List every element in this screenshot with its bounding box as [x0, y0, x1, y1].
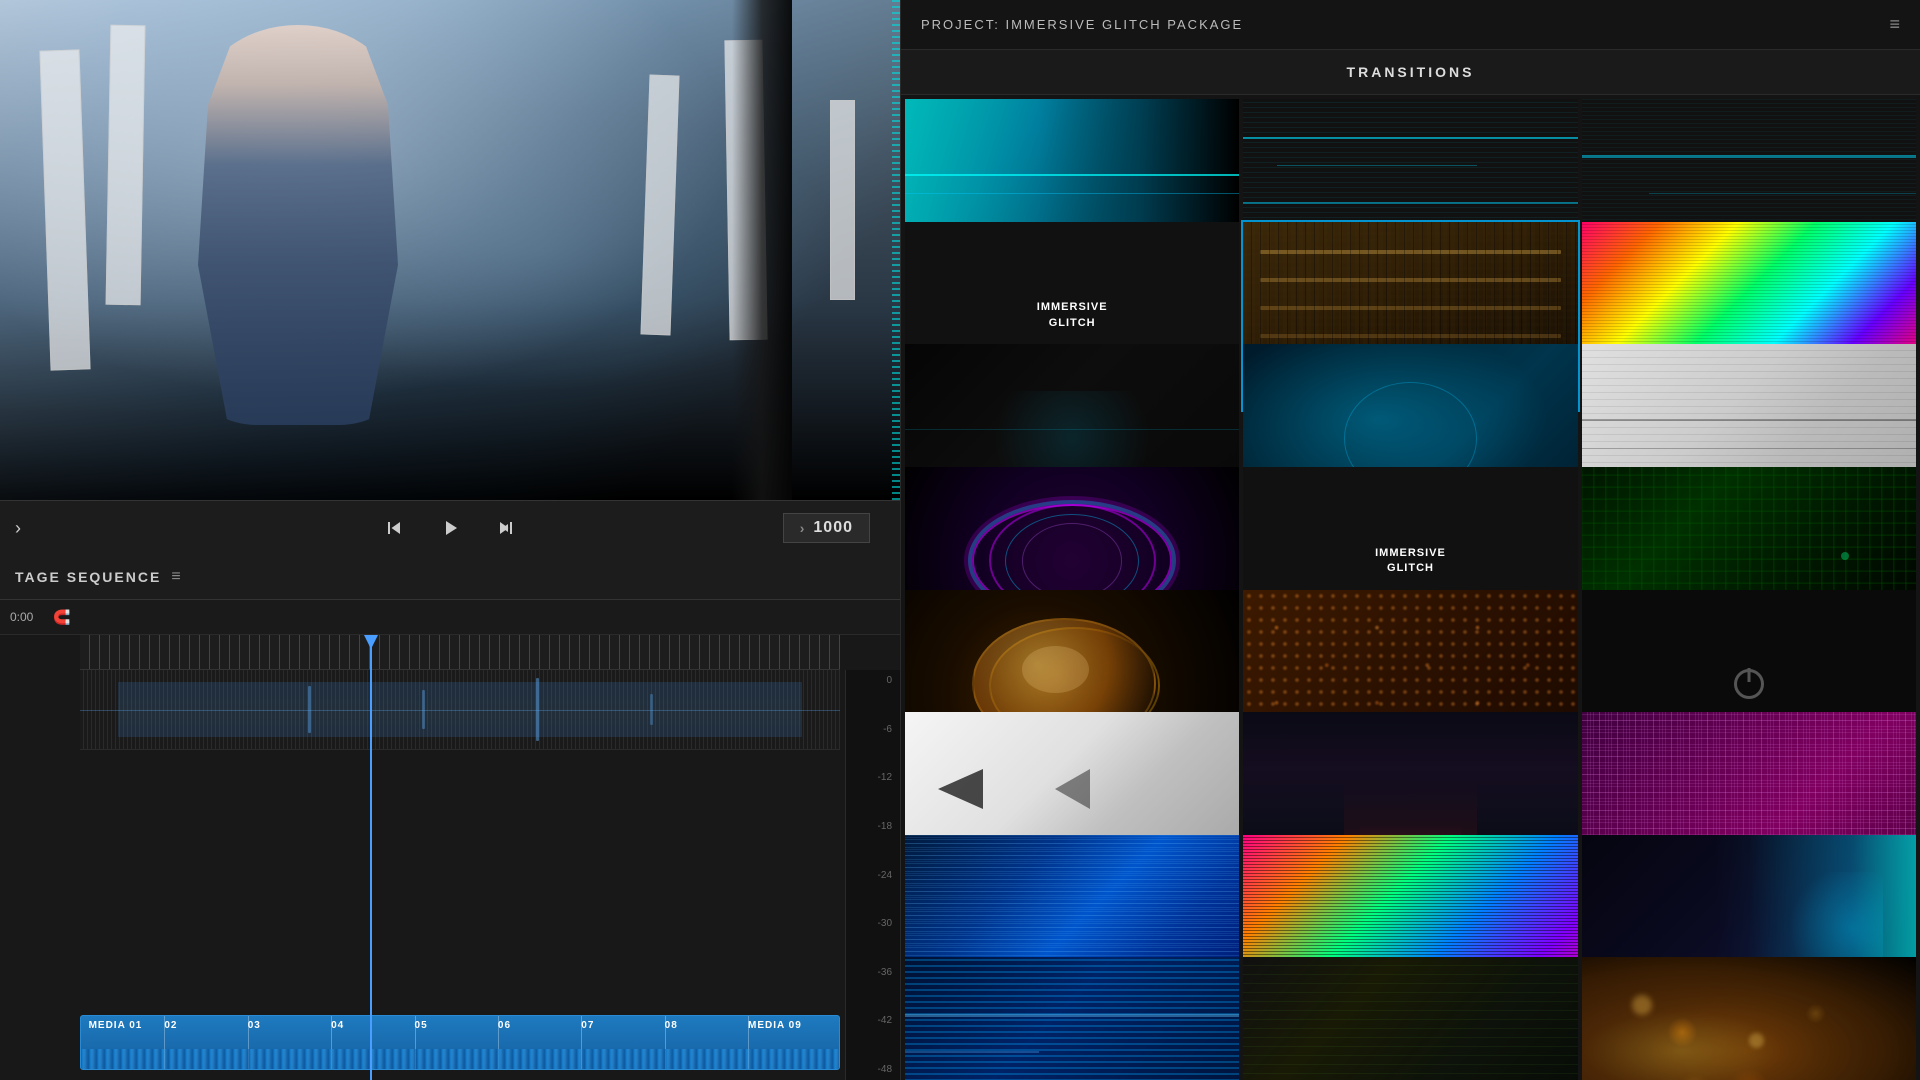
magnet-tool-icon[interactable]: 🧲: [53, 609, 70, 626]
clip-label-5: 05: [415, 1020, 428, 1031]
timeline-tracks: MEDIA 01 02 03 04 05 06 07 08 MEDIA 09: [80, 670, 840, 1080]
thumbnail-4-label: IMMERSIVEGLITCH: [1037, 300, 1108, 331]
clip-label-3: 03: [248, 1020, 261, 1031]
clip-label-4: 04: [331, 1020, 344, 1031]
clip-label-9: MEDIA 09: [748, 1020, 802, 1031]
thumbnails-grid: IMMERSIVEGLITCH: [901, 95, 1920, 1080]
playhead[interactable]: [370, 635, 372, 1080]
right-panel: PROJECT: IMMERSIVE GLITCH PACKAGE ≡ TRAN…: [900, 0, 1920, 1080]
video-preview: [0, 0, 900, 500]
timeline-menu-icon[interactable]: ≡: [171, 568, 180, 586]
project-title: PROJECT: IMMERSIVE GLITCH PACKAGE: [921, 17, 1874, 32]
clip-label-7: 07: [581, 1020, 594, 1031]
vu-label-30: -30: [854, 918, 892, 929]
vu-label-24: -24: [854, 870, 892, 881]
woman-figure: [198, 25, 398, 425]
media-waveform: [81, 1049, 839, 1069]
shrine-banner-2: [106, 25, 146, 306]
vu-label-48: -48: [854, 1064, 892, 1075]
rewind-button[interactable]: [376, 510, 412, 546]
vu-label-6: -6: [854, 724, 892, 735]
step-forward-button[interactable]: [488, 510, 524, 546]
timeline-content: MEDIA 01 02 03 04 05 06 07 08 MEDIA 09: [0, 635, 900, 1080]
media-clips: MEDIA 01 02 03 04 05 06 07 08 MEDIA 09: [80, 1015, 840, 1070]
clip-label-2: 02: [164, 1020, 177, 1031]
panel-menu-button[interactable]: ≡: [1889, 14, 1900, 35]
timeline-toolbar: 0:00 🧲: [0, 600, 900, 635]
step-forward-icon: [494, 516, 518, 540]
current-time-label: 0:00: [10, 610, 45, 624]
timeline-title: TAGE SEQUENCE: [15, 569, 161, 585]
ruler-ticks: [80, 635, 840, 669]
shrine-banner-5: [830, 100, 855, 300]
thumbnail-22[interactable]: [905, 957, 1239, 1080]
timeline-ruler: [80, 635, 840, 670]
vu-label-12: -12: [854, 772, 892, 783]
timeline-header: TAGE SEQUENCE ≡: [0, 555, 900, 600]
timecode-display: › 1000: [783, 513, 870, 543]
thumbnail-24[interactable]: [1582, 957, 1916, 1080]
timecode-value: 1000: [813, 519, 853, 537]
vu-label-36: -36: [854, 967, 892, 978]
media-track: MEDIA 01 02 03 04 05 06 07 08 MEDIA 09: [80, 1015, 840, 1070]
expand-button[interactable]: ›: [15, 518, 21, 539]
clip-label-8: 08: [665, 1020, 678, 1031]
timecode-arrow-icon: ›: [800, 520, 806, 536]
play-icon: [438, 516, 462, 540]
vu-meter: 0 -6 -12 -18 -24 -30 -36 -42 -48: [845, 670, 900, 1080]
clip-label-6: 06: [498, 1020, 511, 1031]
thumbnail-23[interactable]: [1243, 957, 1577, 1080]
thumbnail-11-label: IMMERSIVEGLITCH: [1375, 546, 1446, 577]
play-button[interactable]: [432, 510, 468, 546]
rewind-icon: [382, 516, 406, 540]
glitch-edge: [892, 0, 900, 500]
video-controls: › › 1000: [0, 500, 900, 555]
transitions-title: TRANSITIONS: [1347, 64, 1475, 80]
vu-label-18: -18: [854, 821, 892, 832]
vu-label-0: 0: [854, 675, 892, 686]
vu-label-42: -42: [854, 1015, 892, 1026]
clip-label-1: MEDIA 01: [89, 1020, 143, 1031]
timeline-section: TAGE SEQUENCE ≡ 0:00 🧲: [0, 555, 900, 1080]
dark-stripe: [732, 0, 792, 500]
panel-header: PROJECT: IMMERSIVE GLITCH PACKAGE ≡: [901, 0, 1920, 50]
left-panel: › › 1000 TAGE SEQUENCE ≡ 0:0: [0, 0, 900, 1080]
transitions-header: TRANSITIONS: [901, 50, 1920, 95]
audio-waveform-area: [80, 670, 840, 750]
video-background: [0, 0, 900, 500]
power-icon: [1734, 669, 1764, 699]
